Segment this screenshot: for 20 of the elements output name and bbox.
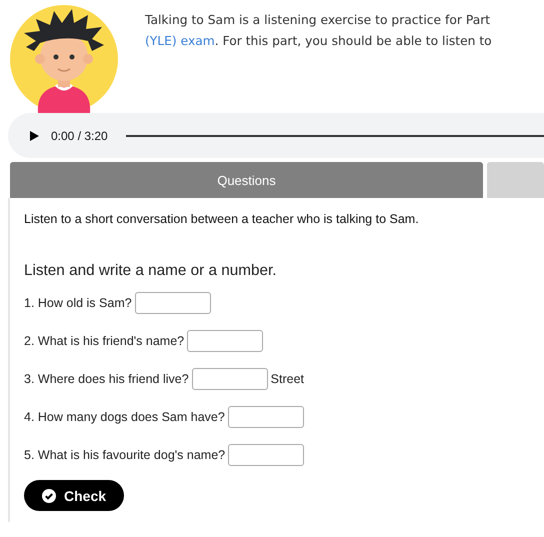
exam-link[interactable]: (YLE) exam <box>145 34 215 48</box>
question-text: 4. How many dogs does Sam have? <box>24 410 225 424</box>
question-text: 2. What is his friend's name? <box>24 334 184 348</box>
answer-field[interactable] <box>134 292 211 314</box>
check-button[interactable]: Check <box>24 480 124 511</box>
question-text: 1. How old is Sam? <box>24 296 132 310</box>
question-text: 5. What is his favourite dog's name? <box>24 448 226 462</box>
intro-text: Talking to Sam is a listening exercise to practice for Part (YLE) exam. For this part, you should be able to listen to <box>145 12 492 50</box>
audio-time: 0:00 / 3:20 <box>51 128 108 142</box>
instruction-text: Listen to a short conversation between a teacher who is talking to Sam. <box>24 212 420 226</box>
question-text: 3. Where does his friend live? <box>24 372 189 386</box>
play-icon[interactable] <box>30 130 39 140</box>
check-circle-icon <box>42 488 56 502</box>
exercise-heading: Listen and write a name or a number. <box>24 262 278 280</box>
answer-field[interactable] <box>192 368 268 390</box>
answer-suffix: Street <box>270 372 304 386</box>
answer-field[interactable] <box>187 330 264 352</box>
answer-field[interactable] <box>228 406 304 428</box>
answer-field[interactable] <box>228 444 304 466</box>
tab[interactable]: Questions <box>10 162 483 198</box>
